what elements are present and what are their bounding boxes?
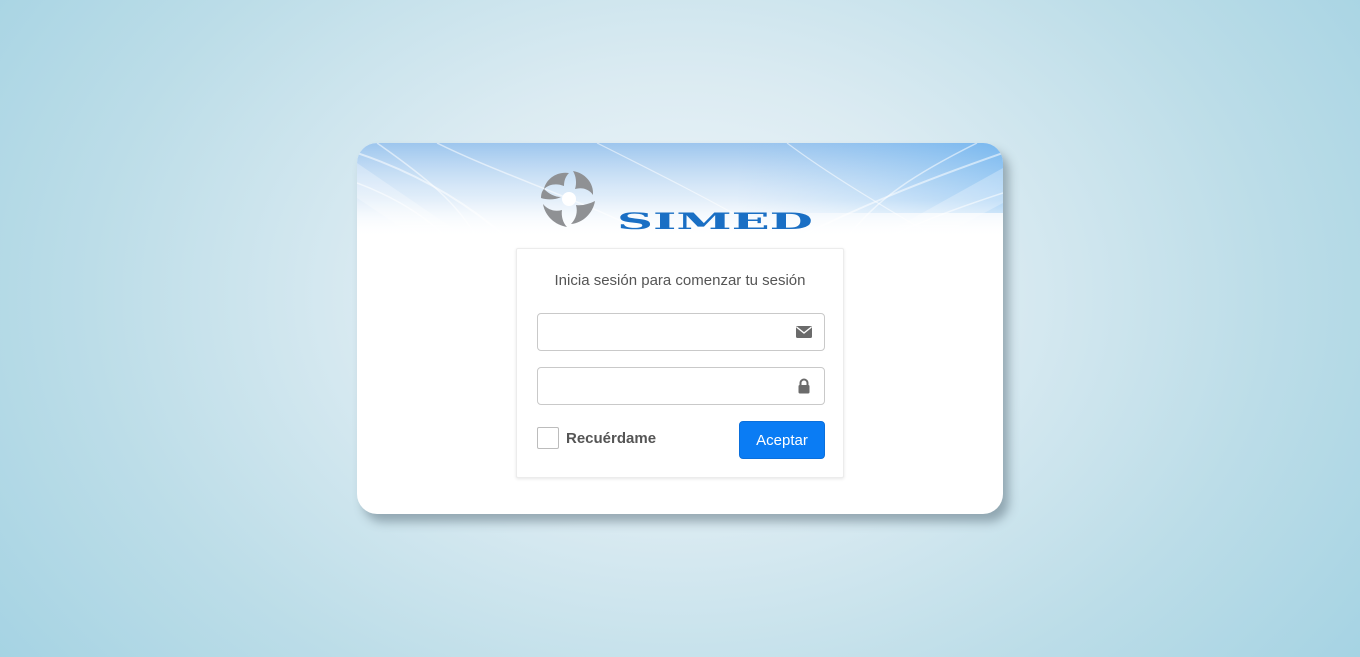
remember-label: Recuérdame: [566, 429, 657, 447]
email-field-group: [537, 313, 825, 351]
lock-icon: [798, 378, 810, 394]
simed-swirl-logo-icon: [541, 171, 595, 227]
accept-button[interactable]: Aceptar: [739, 421, 825, 459]
brand-name: SIMED: [617, 209, 813, 234]
card-header-banner: SIMED: [357, 143, 1003, 238]
simed-wordmark: SIMED: [617, 209, 813, 234]
login-form: Inicia sesión para comenzar tu sesión Re…: [516, 248, 844, 478]
password-field-group: [537, 367, 825, 405]
remember-checkbox[interactable]: [537, 427, 559, 449]
login-card: SIMED Inicia sesión para comenzar tu ses…: [357, 143, 1003, 514]
password-input[interactable]: [538, 368, 788, 404]
email-input[interactable]: [538, 314, 788, 350]
login-message: Inicia sesión para comenzar tu sesión: [554, 272, 806, 289]
simed-logo: SIMED: [537, 165, 817, 234]
envelope-icon: [796, 326, 812, 338]
remember-me[interactable]: Recuérdame: [537, 426, 656, 450]
